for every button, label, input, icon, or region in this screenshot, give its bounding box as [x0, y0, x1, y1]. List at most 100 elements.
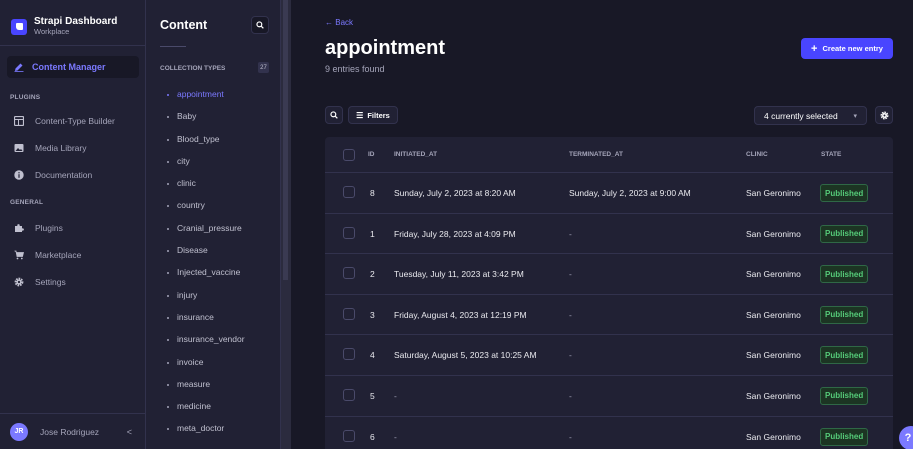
- bullet-icon: [167, 183, 169, 186]
- bullet-icon: [167, 116, 169, 119]
- nav-item-marketplace[interactable]: Marketplace: [14, 250, 81, 260]
- collection-type-item[interactable]: Disease: [162, 245, 245, 267]
- cell-id: 5: [370, 390, 375, 401]
- help-button[interactable]: ?: [899, 426, 913, 449]
- row-checkbox[interactable]: [343, 429, 355, 442]
- collection-type-label: Blood_type: [177, 133, 220, 144]
- row-checkbox[interactable]: [343, 226, 355, 239]
- nav-item-label: Plugins: [35, 223, 63, 233]
- table-row[interactable]: 5 - - San Geronimo Published: [325, 376, 893, 417]
- collection-type-item[interactable]: appointment: [162, 89, 245, 111]
- nav-item-documentation[interactable]: Documentation: [14, 170, 92, 180]
- column-header-id[interactable]: ID: [368, 151, 375, 158]
- brand[interactable]: Strapi Dashboard Workplace: [0, 0, 145, 40]
- collection-type-item[interactable]: meta_doctor: [162, 423, 245, 445]
- table-row[interactable]: 2 Tuesday, July 11, 2023 at 3:42 PM - San G…: [325, 254, 893, 295]
- settings-button[interactable]: [875, 106, 893, 124]
- cell-terminated-at: -: [569, 269, 572, 280]
- nav-item-plugins[interactable]: Plugins: [14, 223, 63, 233]
- row-checkbox[interactable]: [343, 307, 355, 320]
- table-row[interactable]: 6 - - San Geronimo Published: [325, 417, 893, 449]
- select-all-checkbox[interactable]: [343, 149, 355, 161]
- collection-type-label: city: [177, 155, 190, 166]
- filters-button[interactable]: ☰ Filters: [348, 106, 398, 124]
- collapse-nav-button[interactable]: <: [127, 427, 132, 437]
- collection-type-label: appointment: [177, 89, 224, 99]
- table-row[interactable]: 1 Friday, July 28, 2023 at 4:09 PM - San Ge…: [325, 214, 893, 255]
- collection-type-label: measure: [177, 378, 211, 389]
- bullet-icon: [167, 138, 169, 141]
- entries-count: 9 entries found: [325, 64, 385, 74]
- collection-type-item[interactable]: Blood_type: [162, 134, 245, 156]
- column-header-state[interactable]: STATE: [821, 151, 841, 158]
- cell-clinic: San Geronimo: [746, 350, 801, 361]
- row-checkbox[interactable]: [343, 388, 355, 401]
- search-icon: [256, 21, 264, 29]
- cell-clinic: San Geronimo: [746, 390, 801, 401]
- layout-icon: [14, 116, 24, 126]
- collection-type-item[interactable]: Injected_vaccine: [162, 267, 245, 289]
- search-button[interactable]: [325, 106, 343, 124]
- bullet-icon: [167, 316, 169, 319]
- cell-initiated-at: -: [394, 390, 397, 401]
- collection-count-badge: 27: [258, 62, 269, 73]
- collection-type-item[interactable]: Baby: [162, 111, 245, 133]
- nav-item-label: Settings: [35, 277, 66, 287]
- collection-type-item[interactable]: Cranial_pressure: [162, 223, 245, 245]
- collection-type-item[interactable]: clinic: [162, 178, 245, 200]
- nav-item-media-library[interactable]: Media Library: [14, 143, 87, 153]
- collection-type-label: Cranial_pressure: [177, 222, 242, 233]
- scrollbar-thumb[interactable]: [283, 0, 288, 280]
- cell-id: 4: [370, 350, 375, 361]
- puzzle-icon: [14, 223, 24, 233]
- cell-clinic: San Geronimo: [746, 309, 801, 320]
- nav-item-content-manager[interactable]: Content Manager: [7, 56, 139, 78]
- column-header-initiated-at[interactable]: INITIATED_AT: [394, 151, 437, 158]
- row-checkbox[interactable]: [343, 348, 355, 361]
- columns-select[interactable]: 4 currently selected ▾: [754, 106, 867, 125]
- user-name: Jose Rodriguez: [40, 426, 100, 437]
- collection-type-label: Disease: [177, 245, 208, 256]
- collection-type-item[interactable]: country: [162, 200, 245, 222]
- collection-type-item[interactable]: insurance: [162, 312, 245, 334]
- collection-type-item[interactable]: insurance_vendor: [162, 334, 245, 356]
- table-row[interactable]: 4 Saturday, August 5, 2023 at 10:25 AM - Sa…: [325, 335, 893, 376]
- sub-nav-search-button[interactable]: [251, 16, 269, 34]
- column-header-terminated-at[interactable]: TERMINATED_AT: [569, 151, 623, 158]
- table-row[interactable]: 3 Friday, August 4, 2023 at 12:19 PM - San …: [325, 295, 893, 336]
- avatar: JR: [10, 422, 28, 441]
- create-new-entry-button[interactable]: + Create new entry: [801, 38, 893, 59]
- filter-icon: ☰: [356, 110, 364, 120]
- filters-label: Filters: [367, 110, 390, 120]
- cell-clinic: San Geronimo: [746, 269, 801, 280]
- cell-id: 1: [370, 228, 375, 239]
- collection-type-label: injury: [177, 289, 198, 300]
- cell-initiated-at: Tuesday, July 11, 2023 at 3:42 PM: [394, 269, 524, 280]
- nav-item-settings[interactable]: Settings: [14, 277, 66, 287]
- collection-type-item[interactable]: injury: [162, 290, 245, 312]
- cell-initiated-at: Saturday, August 5, 2023 at 10:25 AM: [394, 350, 537, 361]
- cell-terminated-at: Sunday, July 2, 2023 at 9:00 AM: [569, 188, 691, 198]
- row-checkbox[interactable]: [343, 267, 355, 280]
- collection-type-label: clinic: [177, 178, 196, 189]
- table-row[interactable]: 8 Sunday, July 2, 2023 at 8:20 AM Sunday, …: [325, 173, 893, 214]
- user-menu[interactable]: JR Jose Rodriguez <: [0, 413, 146, 449]
- collection-type-item[interactable]: invoice: [162, 357, 245, 379]
- nav-item-label: Content-Type Builder: [35, 116, 115, 126]
- back-link[interactable]: ← Back: [325, 18, 353, 27]
- collection-type-item[interactable]: medicine: [162, 401, 245, 423]
- bullet-icon: [167, 205, 169, 208]
- table-body: 8 Sunday, July 2, 2023 at 8:20 AM Sunday, …: [325, 173, 893, 449]
- nav-item-content-type-builder[interactable]: Content-Type Builder: [14, 116, 115, 126]
- collection-type-item[interactable]: measure: [162, 379, 245, 401]
- cell-terminated-at: -: [569, 309, 572, 320]
- nav-item-label: Marketplace: [35, 250, 82, 260]
- status-badge: Published: [820, 305, 869, 324]
- column-header-clinic[interactable]: CLINIC: [746, 151, 768, 158]
- cell-terminated-at: -: [569, 390, 572, 401]
- cell-terminated-at: -: [569, 350, 572, 361]
- collection-type-item[interactable]: city: [162, 156, 245, 178]
- row-checkbox[interactable]: [343, 186, 355, 198]
- sub-nav-title: Content: [160, 18, 208, 32]
- cell-initiated-at: Friday, August 4, 2023 at 12:19 PM: [394, 309, 527, 320]
